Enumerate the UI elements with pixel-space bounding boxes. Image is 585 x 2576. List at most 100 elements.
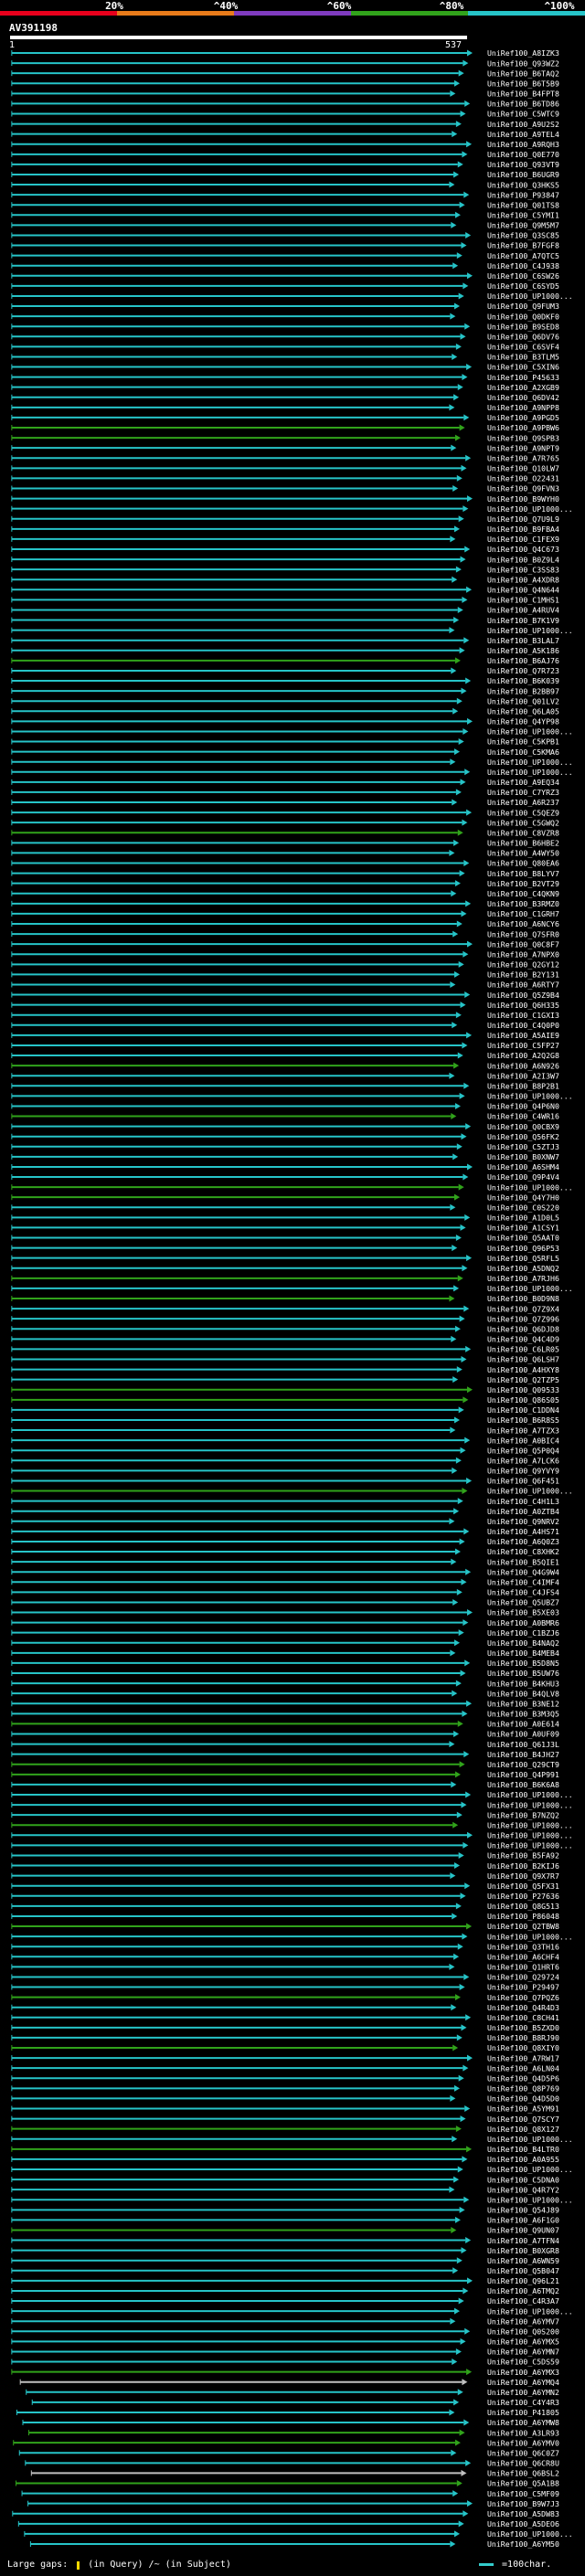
- hit-label[interactable]: UniRef100_UP1000...: [487, 727, 573, 737]
- hit-label[interactable]: UniRef100_Q8G513: [487, 1902, 559, 1911]
- hit-label[interactable]: UniRef100_Q93WZ2: [487, 58, 559, 68]
- hit-label[interactable]: UniRef100_A6RTY7: [487, 981, 559, 990]
- hit-label[interactable]: UniRef100_UP1000...: [487, 2529, 573, 2539]
- hit-label[interactable]: UniRef100_C5QEZ9: [487, 808, 559, 817]
- hit-label[interactable]: UniRef100_B8RJ90: [487, 2033, 559, 2042]
- hit-label[interactable]: UniRef100_UP1000...: [487, 504, 573, 514]
- hit-label[interactable]: UniRef100_C6LR05: [487, 1345, 559, 1354]
- hit-label[interactable]: UniRef100_A4WY50: [487, 849, 559, 858]
- hit-label[interactable]: UniRef100_B3NE12: [487, 1699, 559, 1708]
- hit-label[interactable]: UniRef100_UP1000...: [487, 1932, 573, 1941]
- hit-label[interactable]: UniRef100_C4H1L3: [487, 1497, 559, 1506]
- hit-label[interactable]: UniRef100_Q01TS8: [487, 200, 559, 209]
- hit-label[interactable]: UniRef100_A5DNQ2: [487, 1264, 559, 1273]
- hit-label[interactable]: UniRef100_C4Q0P0: [487, 1021, 559, 1030]
- hit-label[interactable]: UniRef100_B7K1V9: [487, 616, 559, 625]
- hit-label[interactable]: UniRef100_Q9SPB3: [487, 433, 559, 442]
- hit-label[interactable]: UniRef100_Q4C673: [487, 545, 559, 554]
- hit-label[interactable]: UniRef100_Q5Z9B4: [487, 991, 559, 1000]
- hit-label[interactable]: UniRef100_A7QTC5: [487, 251, 559, 260]
- hit-label[interactable]: UniRef100_Q7Z996: [487, 1314, 559, 1323]
- hit-label[interactable]: UniRef100_B9WYH0: [487, 494, 559, 504]
- hit-label[interactable]: UniRef100_Q86S05: [487, 1395, 559, 1405]
- hit-label[interactable]: UniRef100_Q8XIY0: [487, 2043, 559, 2052]
- hit-label[interactable]: UniRef100_Q0DKF0: [487, 312, 559, 321]
- hit-label[interactable]: UniRef100_A0BIC4: [487, 1436, 559, 1445]
- hit-label[interactable]: UniRef100_O22431: [487, 474, 559, 483]
- hit-label[interactable]: UniRef100_C5GWQ2: [487, 818, 559, 827]
- hit-label[interactable]: UniRef100_B4QLV8: [487, 1689, 559, 1698]
- hit-label[interactable]: UniRef100_C5ZTJ3: [487, 1142, 559, 1151]
- hit-label[interactable]: UniRef100_Q2GY12: [487, 960, 559, 970]
- hit-label[interactable]: UniRef100_B6UGR9: [487, 170, 559, 179]
- hit-label[interactable]: UniRef100_B6TAQ2: [487, 69, 559, 78]
- hit-label[interactable]: UniRef100_C5DS59: [487, 2358, 559, 2367]
- hit-label[interactable]: UniRef100_C1GRH7: [487, 909, 559, 918]
- hit-label[interactable]: UniRef100_Q1HRT6: [487, 1963, 559, 1972]
- hit-label[interactable]: UniRef100_Q9UN07: [487, 2226, 559, 2235]
- hit-label[interactable]: UniRef100_A9U2S2: [487, 120, 559, 129]
- hit-label[interactable]: UniRef100_C1BZJ6: [487, 1628, 559, 1638]
- hit-label[interactable]: UniRef100_Q29CT9: [487, 1760, 559, 1769]
- hit-label[interactable]: UniRef100_Q0E770: [487, 150, 559, 159]
- hit-label[interactable]: UniRef100_B0XNW7: [487, 1152, 559, 1161]
- hit-label[interactable]: UniRef100_Q4P6N0: [487, 1102, 559, 1111]
- hit-label[interactable]: UniRef100_C4Y4R3: [487, 2398, 559, 2407]
- hit-label[interactable]: UniRef100_A6Q0Z3: [487, 1537, 559, 1546]
- hit-label[interactable]: UniRef100_P86048: [487, 1912, 559, 1921]
- hit-label[interactable]: UniRef100_UP1000...: [487, 1182, 573, 1192]
- hit-label[interactable]: UniRef100_C8XHK2: [487, 1547, 559, 1556]
- hit-label[interactable]: UniRef100_A6YMV7: [487, 2316, 559, 2326]
- hit-label[interactable]: UniRef100_B3LAL7: [487, 636, 559, 645]
- hit-label[interactable]: UniRef100_B5D8N5: [487, 1659, 559, 1668]
- hit-label[interactable]: UniRef100_Q3HKS5: [487, 180, 559, 189]
- hit-label[interactable]: UniRef100_B0Z9L4: [487, 555, 559, 564]
- hit-label[interactable]: UniRef100_Q10LW7: [487, 464, 559, 473]
- hit-label[interactable]: UniRef100_Q5UBZ7: [487, 1598, 559, 1607]
- hit-label[interactable]: UniRef100_B0D9N8: [487, 1294, 559, 1303]
- hit-label[interactable]: UniRef100_Q6C0Z7: [487, 2448, 559, 2457]
- hit-label[interactable]: UniRef100_Q4D5P6: [487, 2073, 559, 2083]
- hit-label[interactable]: UniRef100_Q6BSL2: [487, 2469, 559, 2478]
- hit-label[interactable]: UniRef100_C4QKN9: [487, 889, 559, 898]
- hit-label[interactable]: UniRef100_A7RW17: [487, 2053, 559, 2062]
- hit-label[interactable]: UniRef100_C0S220: [487, 1203, 559, 1212]
- hit-label[interactable]: UniRef100_Q9X7R7: [487, 1871, 559, 1881]
- hit-label[interactable]: UniRef100_A7TZX3: [487, 1426, 559, 1435]
- hit-label[interactable]: UniRef100_Q4N644: [487, 586, 559, 595]
- hit-label[interactable]: UniRef100_A7RJH6: [487, 1274, 559, 1283]
- hit-label[interactable]: UniRef100_B9FBA4: [487, 525, 559, 534]
- hit-label[interactable]: UniRef100_P29497: [487, 1983, 559, 1992]
- hit-label[interactable]: UniRef100_A6LN04: [487, 2063, 559, 2072]
- hit-label[interactable]: UniRef100_B6TD86: [487, 100, 559, 109]
- hit-label[interactable]: UniRef100_B2KIJ6: [487, 1861, 559, 1871]
- hit-label[interactable]: UniRef100_Q0CBX9: [487, 1122, 559, 1131]
- hit-label[interactable]: UniRef100_UP1000...: [487, 1831, 573, 1840]
- hit-label[interactable]: UniRef100_Q5B047: [487, 2266, 559, 2275]
- hit-label[interactable]: UniRef100_A7LCK6: [487, 1457, 559, 1466]
- hit-label[interactable]: UniRef100_Q5A1B8: [487, 2479, 559, 2488]
- hit-label[interactable]: UniRef100_B9SED8: [487, 322, 559, 331]
- hit-label[interactable]: UniRef100_Q6LA05: [487, 706, 559, 716]
- hit-label[interactable]: UniRef100_Q6DV42: [487, 393, 559, 402]
- hit-label[interactable]: UniRef100_Q09533: [487, 1385, 559, 1394]
- hit-label[interactable]: UniRef100_Q8X127: [487, 2125, 559, 2134]
- hit-label[interactable]: UniRef100_A6WN59: [487, 2256, 559, 2265]
- hit-label[interactable]: UniRef100_B5FA92: [487, 1851, 559, 1860]
- hit-label[interactable]: UniRef100_A5AIE9: [487, 1031, 559, 1040]
- hit-label[interactable]: UniRef100_B8P2B1: [487, 1081, 559, 1090]
- hit-label[interactable]: UniRef100_B5XE03: [487, 1608, 559, 1617]
- hit-label[interactable]: UniRef100_C5XIN6: [487, 363, 559, 372]
- hit-label[interactable]: UniRef100_A2XGB9: [487, 383, 559, 392]
- hit-label[interactable]: UniRef100_Q4D5D0: [487, 2094, 559, 2104]
- hit-label[interactable]: UniRef100_UP1000...: [487, 2306, 573, 2316]
- hit-label[interactable]: UniRef100_C5FP27: [487, 1041, 559, 1050]
- hit-label[interactable]: UniRef100_C5KMA6: [487, 747, 559, 757]
- hit-label[interactable]: UniRef100_C4R3A7: [487, 2296, 559, 2306]
- hit-label[interactable]: UniRef100_B3M3Q5: [487, 1710, 559, 1719]
- hit-label[interactable]: UniRef100_A6YMX5: [487, 2337, 559, 2347]
- hit-label[interactable]: UniRef100_A6YMX3: [487, 2368, 559, 2377]
- hit-label[interactable]: UniRef100_Q7SFR0: [487, 929, 559, 938]
- hit-label[interactable]: UniRef100_Q4P991: [487, 1770, 559, 1779]
- hit-label[interactable]: UniRef100_A0A955: [487, 2155, 559, 2164]
